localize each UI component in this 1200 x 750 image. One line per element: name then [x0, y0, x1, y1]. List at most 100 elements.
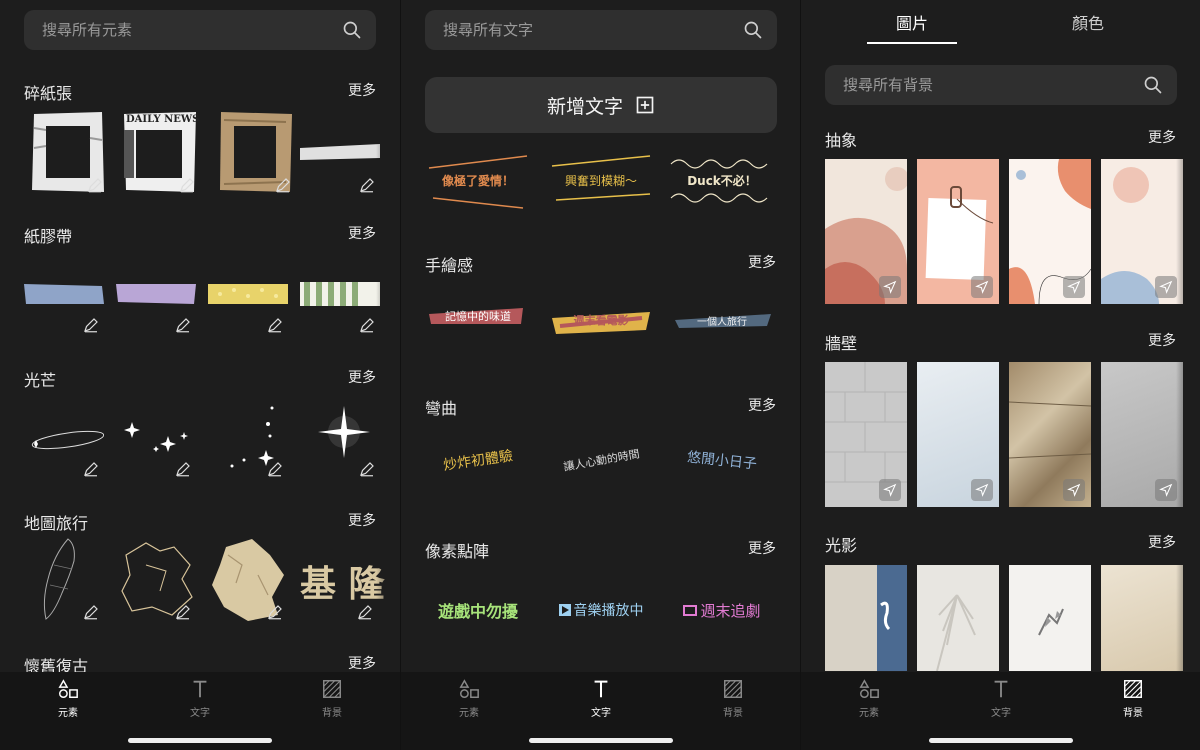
send-icon[interactable]	[1063, 479, 1085, 501]
sparkle-thumb[interactable]	[116, 392, 196, 480]
nav-elements[interactable]: 元素	[829, 678, 909, 719]
section-title-handdrawn: 手繪感	[425, 256, 474, 275]
map-thumb[interactable]	[116, 535, 196, 623]
text-search-input[interactable]	[441, 20, 715, 40]
nav-text[interactable]: 文字	[160, 678, 240, 719]
nav-background[interactable]: 背景	[693, 678, 773, 719]
sparkle-thumb[interactable]	[300, 392, 380, 480]
edit-icon[interactable]	[82, 316, 100, 334]
more-washi-tape[interactable]: 更多	[348, 223, 376, 243]
background-thumb[interactable]	[1009, 565, 1091, 671]
edit-icon[interactable]	[82, 603, 100, 621]
tab-colors[interactable]: 顏色	[1043, 10, 1133, 42]
more-wall[interactable]: 更多	[1148, 330, 1176, 350]
nav-elements[interactable]: 元素	[28, 678, 108, 719]
nav-background[interactable]: 背景	[1093, 678, 1173, 719]
send-icon[interactable]	[879, 276, 901, 298]
map-thumb[interactable]	[24, 535, 104, 623]
text-style-sample[interactable]: 悠閒小日子	[667, 430, 777, 490]
washi-tape-thumb[interactable]	[300, 248, 380, 336]
text-style-sample[interactable]: 記憶中的味道	[423, 290, 533, 350]
edit-icon[interactable]	[358, 316, 376, 334]
edit-icon[interactable]	[356, 603, 374, 621]
send-icon[interactable]	[1063, 276, 1085, 298]
background-thumb[interactable]	[1009, 362, 1091, 507]
more-torn-paper[interactable]: 更多	[348, 80, 376, 100]
nav-text[interactable]: 文字	[561, 678, 641, 719]
washi-tape-thumb[interactable]	[116, 248, 196, 336]
torn-paper-thumb[interactable]	[300, 108, 380, 196]
text-search-bar[interactable]	[425, 10, 777, 50]
edit-icon[interactable]	[266, 603, 284, 621]
edit-icon[interactable]	[266, 460, 284, 478]
sparkle-thumb[interactable]	[24, 392, 105, 480]
edit-icon[interactable]	[86, 176, 104, 194]
background-thumb[interactable]	[917, 362, 999, 507]
edit-icon[interactable]	[266, 316, 284, 334]
background-thumb[interactable]	[1101, 159, 1183, 304]
text-style-sample[interactable]: 興奮到模糊～	[546, 150, 656, 210]
edit-icon[interactable]	[174, 316, 192, 334]
text-style-sample-label: 興奮到模糊～	[564, 173, 637, 188]
text-style-sample[interactable]: 音樂播放中	[546, 580, 656, 640]
add-text-button[interactable]: 新增文字	[425, 77, 777, 133]
send-icon[interactable]	[971, 479, 993, 501]
nav-background[interactable]: 背景	[292, 678, 372, 719]
background-thumb[interactable]	[825, 159, 907, 304]
more-handdrawn[interactable]: 更多	[748, 252, 776, 272]
elements-search-input[interactable]	[40, 20, 314, 40]
edit-icon[interactable]	[274, 176, 292, 194]
background-thumb[interactable]	[1101, 362, 1183, 507]
more-sparkle[interactable]: 更多	[348, 367, 376, 387]
text-style-sample[interactable]: 週末追劇	[667, 580, 777, 640]
background-thumb[interactable]	[917, 565, 999, 671]
text-style-sample[interactable]: 一個人旅行	[667, 290, 777, 350]
torn-paper-thumb[interactable]	[216, 108, 296, 196]
more-light-shadow[interactable]: 更多	[1148, 532, 1176, 552]
text-style-sample[interactable]: 像極了愛情！	[423, 150, 533, 210]
add-box-icon	[636, 96, 654, 114]
text-style-sample[interactable]: 週末看電影	[546, 290, 656, 350]
send-icon[interactable]	[1155, 479, 1177, 501]
washi-tape-thumb[interactable]	[24, 248, 104, 336]
nav-elements[interactable]: 元素	[429, 678, 509, 719]
edit-icon[interactable]	[174, 460, 192, 478]
search-icon[interactable]	[1143, 75, 1163, 95]
background-thumb[interactable]	[825, 565, 907, 671]
tab-images[interactable]: 圖片	[867, 10, 957, 44]
edit-icon[interactable]	[358, 460, 376, 478]
sparkle-thumb[interactable]	[208, 392, 288, 480]
text-style-sample[interactable]: 遊戲中勿擾	[423, 580, 533, 640]
more-map-travel[interactable]: 更多	[348, 510, 376, 530]
nav-text[interactable]: 文字	[961, 678, 1041, 719]
washi-tape-row	[24, 248, 400, 338]
search-icon[interactable]	[342, 20, 362, 40]
washi-tape-thumb[interactable]	[208, 248, 288, 336]
search-icon[interactable]	[743, 20, 763, 40]
map-thumb[interactable]	[208, 535, 288, 623]
text-style-sample[interactable]: Duck不必！	[667, 150, 777, 210]
send-icon[interactable]	[971, 276, 993, 298]
more-curved[interactable]: 更多	[748, 395, 776, 415]
background-thumb[interactable]	[917, 159, 999, 304]
text-style-sample[interactable]: 炒炸初體驗	[423, 430, 533, 490]
background-thumb[interactable]	[825, 362, 907, 507]
more-abstract[interactable]: 更多	[1148, 127, 1176, 147]
background-thumb[interactable]	[1101, 565, 1183, 671]
background-search-input[interactable]	[841, 75, 1115, 95]
send-icon[interactable]	[879, 479, 901, 501]
torn-paper-thumb[interactable]	[28, 108, 108, 196]
edit-icon[interactable]	[174, 603, 192, 621]
edit-icon[interactable]	[358, 176, 376, 194]
background-thumb[interactable]	[1009, 159, 1091, 304]
torn-paper-thumb[interactable]: DAILY NEWS	[120, 108, 200, 196]
more-retro[interactable]: 更多	[348, 653, 376, 673]
map-thumb[interactable]: 基 隆	[298, 535, 400, 623]
more-pixel[interactable]: 更多	[748, 538, 776, 558]
background-search-bar[interactable]	[825, 65, 1177, 105]
send-icon[interactable]	[1155, 276, 1177, 298]
edit-icon[interactable]	[178, 176, 196, 194]
edit-icon[interactable]	[82, 460, 100, 478]
text-style-sample[interactable]: 讓人心動的時間	[546, 430, 656, 490]
elements-search-bar[interactable]	[24, 10, 376, 50]
